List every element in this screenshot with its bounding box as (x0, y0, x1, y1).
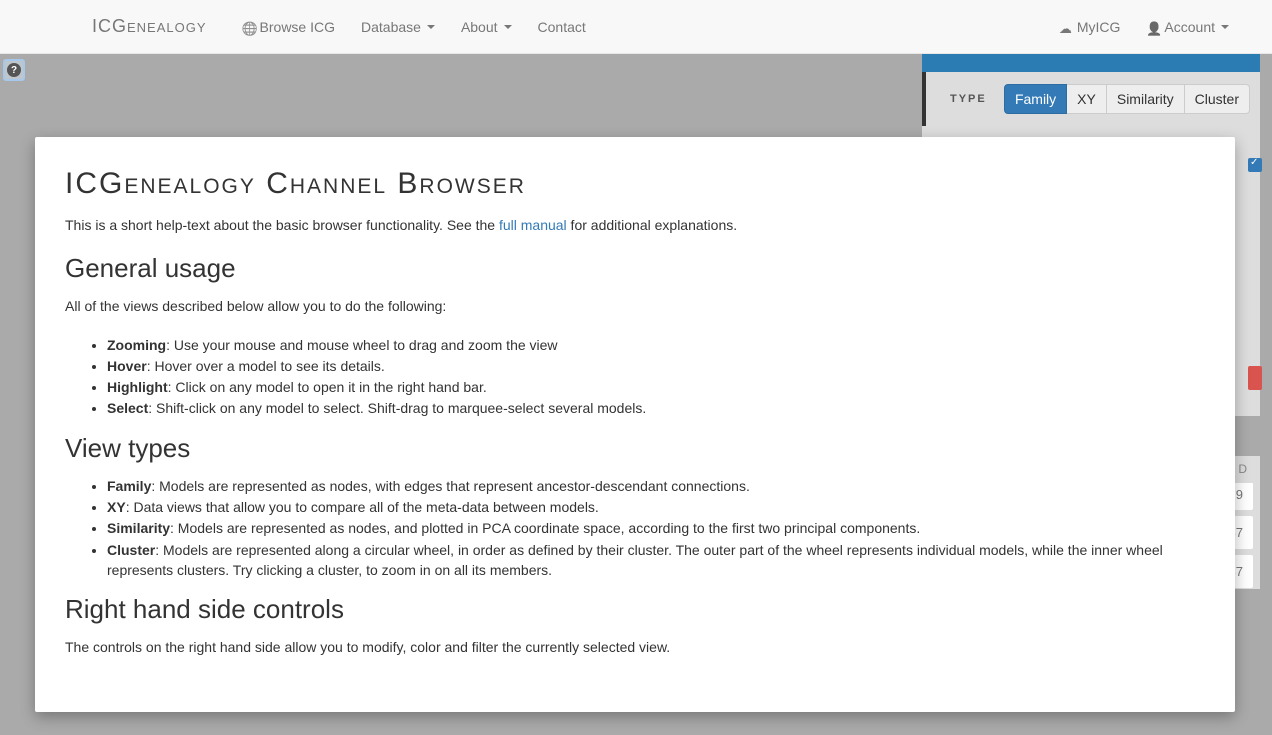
list-item: Highlight: Click on any model to open it… (107, 377, 1205, 397)
list-item: Select: Shift-click on any model to sele… (107, 398, 1205, 418)
modal-title: ICGenealogy Channel Browser (65, 167, 1205, 201)
type-row: Type FamilyXYSimilarityCluster (922, 72, 1260, 126)
nav-right: MyICG Account (1046, 4, 1242, 50)
caret-icon (1221, 25, 1229, 29)
nav-myicg[interactable]: MyICG (1046, 4, 1134, 50)
intro-pre: This is a short help-text about the basi… (65, 217, 499, 233)
heading-rhs-controls: Right hand side controls (65, 594, 1205, 625)
list-item: Family: Models are represented as nodes,… (107, 476, 1205, 496)
list-item-term: Zooming (107, 337, 166, 353)
view-type-segments: FamilyXYSimilarityCluster (1004, 84, 1250, 114)
nav-browse[interactable]: Browse ICG (229, 4, 348, 50)
list-item-text: : Shift-click on any model to select. Sh… (148, 400, 646, 416)
list-item: Similarity: Models are represented as no… (107, 518, 1205, 538)
red-badge[interactable] (1248, 366, 1262, 390)
heading-view-types: View types (65, 433, 1205, 464)
user-icon (1146, 20, 1160, 34)
segment-similarity[interactable]: Similarity (1107, 84, 1185, 114)
nav-left: Browse ICG Database About Contact (229, 4, 599, 50)
list-item-text: : Models are represented as nodes, with … (151, 478, 749, 494)
list-item: Cluster: Models are represented along a … (107, 540, 1205, 581)
caret-icon (427, 25, 435, 29)
list-item-term: Select (107, 400, 148, 416)
help-modal: ICGenealogy Channel Browser This is a sh… (35, 137, 1235, 712)
list-item-term: Family (107, 478, 151, 494)
list-item-term: Hover (107, 358, 147, 374)
help-button[interactable] (3, 59, 25, 81)
cloud-icon (1059, 20, 1073, 34)
nav-database[interactable]: Database (348, 4, 448, 50)
nav-browse-label: Browse ICG (260, 19, 335, 35)
heading-general-usage: General usage (65, 253, 1205, 284)
nav-myicg-label: MyICG (1077, 19, 1121, 35)
checkbox-icon[interactable] (1248, 158, 1262, 172)
list-item: Zooming: Use your mouse and mouse wheel … (107, 335, 1205, 355)
list-item-term: XY (107, 499, 126, 515)
type-label: Type (950, 93, 987, 105)
list-item: XY: Data views that allow you to compare… (107, 497, 1205, 517)
list-item-text: : Use your mouse and mouse wheel to drag… (166, 337, 557, 353)
list-item-text: : Data views that allow you to compare a… (126, 499, 599, 515)
intro-post: for additional explanations. (567, 217, 737, 233)
nav-contact[interactable]: Contact (525, 4, 599, 50)
nav-about[interactable]: About (448, 4, 525, 50)
general-list: Zooming: Use your mouse and mouse wheel … (65, 335, 1205, 419)
nav-database-label: Database (361, 19, 421, 35)
modal-intro: This is a short help-text about the basi… (65, 215, 1205, 235)
nav-account-label: Account (1164, 19, 1215, 35)
caret-icon (504, 25, 512, 29)
list-item-text: : Hover over a model to see its details. (147, 358, 385, 374)
list-item: Hover: Hover over a model to see its det… (107, 356, 1205, 376)
globe-icon (242, 20, 256, 34)
nav-about-label: About (461, 19, 498, 35)
list-item-text: : Models are represented as nodes, and p… (170, 520, 920, 536)
nav-contact-label: Contact (538, 19, 586, 35)
list-item-term: Highlight (107, 379, 168, 395)
list-item-text: : Models are represented along a circula… (107, 542, 1163, 578)
full-manual-link[interactable]: full manual (499, 217, 567, 233)
nav-account[interactable]: Account (1133, 4, 1242, 50)
list-item-text: : Click on any model to open it in the r… (168, 379, 487, 395)
navbar: ICGenealogy Browse ICG Database About Co… (0, 0, 1272, 54)
segment-xy[interactable]: XY (1067, 84, 1107, 114)
segment-cluster[interactable]: Cluster (1185, 84, 1250, 114)
sidebar-header-bar (922, 54, 1260, 72)
rhs-text: The controls on the right hand side allo… (65, 637, 1205, 657)
general-lead: All of the views described below allow y… (65, 296, 1205, 316)
segment-family[interactable]: Family (1004, 84, 1067, 114)
view-types-list: Family: Models are represented as nodes,… (65, 476, 1205, 580)
brand[interactable]: ICGenealogy (92, 16, 207, 37)
list-item-term: Similarity (107, 520, 170, 536)
list-item-term: Cluster (107, 542, 155, 558)
